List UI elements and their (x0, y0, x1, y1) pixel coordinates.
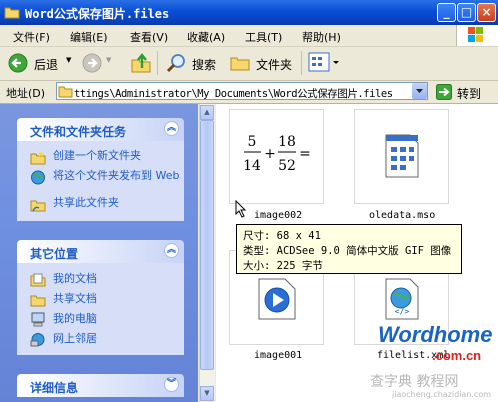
folders-icon (230, 57, 250, 71)
places-panel-title: 其它位置 (30, 247, 79, 261)
watermark-site: 查字典 教程网 (370, 374, 459, 390)
back-dropdown-icon[interactable]: ▼ (66, 56, 71, 64)
address-path: ttings\Administrator\My Documents\Word公式… (74, 88, 393, 100)
toolbar: 后退 ▼ ▼ 搜索 文件夹 (0, 47, 498, 81)
formula-preview: 5 14 + 18 52 = (243, 134, 311, 174)
tasks-panel-header[interactable]: 文件和文件夹任务 ︽ (17, 118, 184, 141)
xml-file-icon: </> (385, 278, 419, 320)
scrollbar-thumb[interactable] (200, 120, 214, 370)
go-button[interactable]: 转到 (436, 83, 494, 101)
address-label: 地址(D) (6, 87, 46, 100)
menu-file[interactable]: 文件(F) (13, 29, 50, 45)
search-label: 搜索 (192, 58, 217, 72)
place-my-documents-link[interactable]: 我的文档 (53, 273, 193, 285)
folder-icon (58, 86, 73, 98)
formula-operator: + (264, 146, 276, 162)
watermark-domain: .com.cn (432, 348, 482, 363)
details-panel-header[interactable]: 详细信息 ︾ (17, 374, 184, 397)
up-folder-button[interactable] (130, 52, 152, 77)
shared-documents-icon (30, 295, 46, 307)
formula-b-numerator: 18 (278, 134, 296, 150)
file-info-tooltip: 尺寸: 68 x 41 类型: ACDSee 9.0 简体中文版 GIF 图像 … (236, 224, 462, 274)
file-thumbnail-oledata[interactable] (354, 109, 449, 204)
menu-view[interactable]: 查看(V) (130, 29, 168, 45)
tooltip-filesize: 大小: 225 字节 (243, 260, 323, 272)
collapse-chevron-icon[interactable]: ︽ (164, 243, 179, 258)
task-new-folder-link[interactable]: 创建一个新文件夹 (53, 150, 193, 162)
task-publish-web-link[interactable]: 将这个文件夹发布到 Web (53, 170, 193, 182)
file-name-oledata[interactable]: oledata.mso (369, 210, 435, 221)
back-label: 后退 (34, 58, 59, 72)
media-file-icon (258, 278, 296, 320)
expand-chevron-icon[interactable]: ︾ (164, 377, 179, 392)
minimize-button[interactable]: _ (437, 3, 456, 22)
folder-icon (4, 7, 20, 19)
maximize-button[interactable]: □ (457, 3, 476, 22)
tooltip-dimensions: 尺寸: 68 x 41 (243, 230, 321, 242)
file-name-image002[interactable]: image002 (254, 210, 302, 221)
go-label: 转到 (457, 87, 482, 101)
publish-web-icon (31, 170, 45, 185)
my-documents-icon (30, 273, 46, 287)
file-document-icon (385, 134, 419, 178)
views-icon (308, 52, 339, 72)
chevron-down-icon (416, 89, 423, 93)
place-shared-documents-link[interactable]: 共享文档 (53, 293, 193, 305)
window-title: Word公式保存图片.files (25, 7, 170, 21)
folders-button[interactable]: 文件夹 (228, 50, 296, 76)
title-bar[interactable]: Word公式保存图片.files _ □ × (0, 0, 498, 25)
search-button[interactable]: 搜索 (164, 50, 224, 76)
search-icon (166, 54, 185, 73)
forward-arrow-icon (82, 53, 102, 73)
forward-button[interactable] (82, 53, 102, 76)
tooltip-type: 类型: ACDSee 9.0 简体中文版 GIF 图像 (243, 245, 452, 257)
menu-help[interactable]: 帮助(H) (302, 29, 341, 45)
address-dropdown-button[interactable] (412, 83, 427, 99)
menu-tools[interactable]: 工具(T) (245, 29, 282, 45)
details-panel-title: 详细信息 (30, 381, 79, 395)
watermark-url: jiaocheng.chazidian.com (392, 390, 492, 399)
formula-a-denominator: 14 (243, 158, 261, 174)
place-network-link[interactable]: 网上邻居 (53, 333, 193, 345)
formula-a-numerator: 5 (248, 134, 257, 150)
menu-favorites[interactable]: 收藏(A) (187, 29, 225, 45)
windows-logo-icon (456, 25, 498, 46)
formula-b-denominator: 52 (278, 158, 296, 174)
share-folder-icon (30, 200, 46, 212)
network-places-icon (30, 333, 45, 347)
task-share-folder-link[interactable]: 共享此文件夹 (53, 197, 193, 209)
mouse-cursor-icon (235, 200, 247, 218)
menu-bar: 文件(F) 编辑(E) 查看(V) 收藏(A) 工具(T) 帮助(H) (0, 25, 498, 47)
file-name-image001[interactable]: image001 (254, 350, 302, 361)
new-folder-icon (30, 151, 46, 165)
tasks-panel-title: 文件和文件夹任务 (30, 125, 127, 139)
formula-equals: = (299, 146, 311, 162)
views-button[interactable] (308, 52, 342, 77)
svg-text:</>: </> (395, 307, 410, 316)
up-folder-icon (131, 53, 151, 73)
scroll-up-button[interactable]: ▲ (200, 105, 214, 120)
go-arrow-icon (436, 84, 452, 100)
back-button[interactable]: 后退 (4, 50, 64, 76)
back-arrow-icon (8, 53, 28, 73)
place-my-computer-link[interactable]: 我的电脑 (53, 313, 193, 325)
scroll-down-button[interactable]: ▼ (200, 386, 214, 401)
places-panel-header[interactable]: 其它位置 ︽ (17, 240, 184, 263)
my-computer-icon (31, 312, 45, 327)
file-thumbnail-image002[interactable]: 5 14 + 18 52 = (229, 109, 324, 204)
folders-label: 文件夹 (256, 58, 293, 72)
close-button[interactable]: × (477, 3, 496, 22)
menu-edit[interactable]: 编辑(E) (70, 29, 108, 45)
forward-dropdown-icon[interactable]: ▼ (106, 56, 111, 64)
collapse-chevron-icon[interactable]: ︽ (164, 121, 179, 136)
watermark-brand: Wordhome (378, 322, 493, 347)
